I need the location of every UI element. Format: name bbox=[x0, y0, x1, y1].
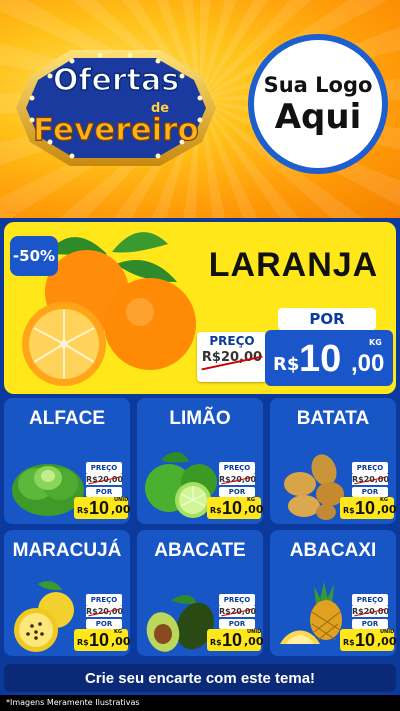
price-tag: R$ 10 ,00 KG bbox=[340, 497, 396, 519]
preco-label: PREÇO bbox=[86, 462, 122, 474]
cta-banner[interactable]: Crie seu encarte com este tema! bbox=[4, 664, 396, 692]
price-decimal: ,00 bbox=[244, 503, 263, 516]
por-label: POR bbox=[86, 487, 122, 497]
logo-line2: Aqui bbox=[274, 97, 362, 137]
featured-product-title: LARANJA bbox=[208, 246, 379, 284]
currency-symbol: R$ bbox=[77, 506, 89, 515]
por-label: POR bbox=[219, 619, 255, 629]
price-unit: KG bbox=[247, 497, 255, 503]
por-label: POR bbox=[352, 487, 388, 497]
currency-symbol: R$ bbox=[343, 506, 355, 515]
product-card-abacaxi: ABACAXI PREÇO R$20,00 POR R$ 10 ,00 UNID bbox=[270, 530, 396, 656]
price-unit: KG bbox=[114, 629, 122, 635]
product-name: MARACUJÁ bbox=[12, 540, 122, 561]
logo-placeholder: Sua Logo Aqui bbox=[248, 34, 388, 174]
price-decimal: ,00 bbox=[377, 635, 396, 648]
price-tag: R$ 10 ,00 UNID bbox=[74, 497, 130, 519]
price-decimal: ,00 bbox=[111, 503, 130, 516]
price-integer: 10 bbox=[89, 630, 110, 650]
currency-symbol: R$ bbox=[210, 506, 222, 515]
ofertas-badge: Ofertas de Fevereiro bbox=[16, 50, 216, 166]
product-card-limao: LIMÃO PREÇO R$20,00 POR R$ 10 ,00 KG bbox=[137, 398, 263, 524]
preco-label: PREÇO bbox=[352, 594, 388, 606]
header-banner: Ofertas de Fevereiro Sua Logo Aqui bbox=[0, 0, 400, 218]
currency-symbol: R$ bbox=[210, 638, 222, 647]
price-unit: UNID bbox=[380, 629, 395, 635]
product-name: ABACAXI bbox=[289, 540, 377, 561]
price-tag: R$ 10 ,00 UNID bbox=[207, 629, 263, 651]
logo-line1: Sua Logo bbox=[263, 73, 373, 97]
currency-symbol: R$ bbox=[77, 638, 89, 647]
price-tag: R$ 10 ,00 UNID bbox=[340, 629, 396, 651]
product-card-abacate: ABACATE PREÇO R$20,00 POR R$ 10 ,00 UNID bbox=[137, 530, 263, 656]
price-decimal: ,00 bbox=[244, 635, 263, 648]
price-decimal: ,00 bbox=[111, 635, 130, 648]
price-tag: R$ 10 ,00 KG bbox=[207, 497, 263, 519]
product-card-alface: ALFACE PREÇO R$20,00 POR R$ 10 ,00 UNID bbox=[4, 398, 130, 524]
price-integer: 10 bbox=[355, 630, 376, 650]
featured-price-tag: R$ 10 ,00 KG bbox=[265, 330, 393, 386]
price-integer: 10 bbox=[89, 498, 110, 518]
price-integer: 10 bbox=[222, 498, 243, 518]
disclaimer-footer: *Imagens Meramente Ilustrativas bbox=[0, 695, 400, 711]
price-decimal: ,00 bbox=[351, 350, 385, 377]
preco-label: PREÇO bbox=[219, 594, 255, 606]
product-card-batata: BATATA PREÇO R$20,00 POR R$ 10 ,00 KG bbox=[270, 398, 396, 524]
price-tag: R$ 10 ,00 KG bbox=[74, 629, 130, 651]
badge-ofertas-text: Ofertas bbox=[53, 63, 179, 98]
price-integer: 10 bbox=[222, 630, 243, 650]
product-name: ABACATE bbox=[154, 540, 246, 561]
product-name: BATATA bbox=[296, 408, 370, 429]
price-unit: UNID bbox=[114, 497, 129, 503]
badge-fevereiro-text: Fevereiro bbox=[33, 112, 199, 148]
price-integer: 10 bbox=[355, 498, 376, 518]
por-label: POR bbox=[278, 308, 376, 330]
price-integer: 10 bbox=[299, 338, 342, 380]
product-name: ALFACE bbox=[29, 408, 105, 429]
price-unit: KG bbox=[369, 338, 382, 347]
por-label: POR bbox=[86, 619, 122, 629]
old-price-box: PREÇO R$20,00 bbox=[197, 332, 267, 382]
preco-label: PREÇO bbox=[209, 334, 255, 348]
por-label: POR bbox=[352, 619, 388, 629]
price-unit: KG bbox=[380, 497, 388, 503]
preco-label: PREÇO bbox=[352, 462, 388, 474]
product-name: LIMÃO bbox=[169, 408, 231, 429]
preco-label: PREÇO bbox=[219, 462, 255, 474]
product-card-maracuja: MARACUJÁ PREÇO R$20,00 POR R$ 10 ,00 KG bbox=[4, 530, 130, 656]
por-label: POR bbox=[219, 487, 255, 497]
currency-symbol: R$ bbox=[343, 638, 355, 647]
currency-symbol: R$ bbox=[273, 354, 300, 375]
price-unit: UNID bbox=[247, 629, 262, 635]
discount-badge: -50% bbox=[10, 236, 58, 276]
price-decimal: ,00 bbox=[377, 503, 396, 516]
preco-label: PREÇO bbox=[86, 594, 122, 606]
